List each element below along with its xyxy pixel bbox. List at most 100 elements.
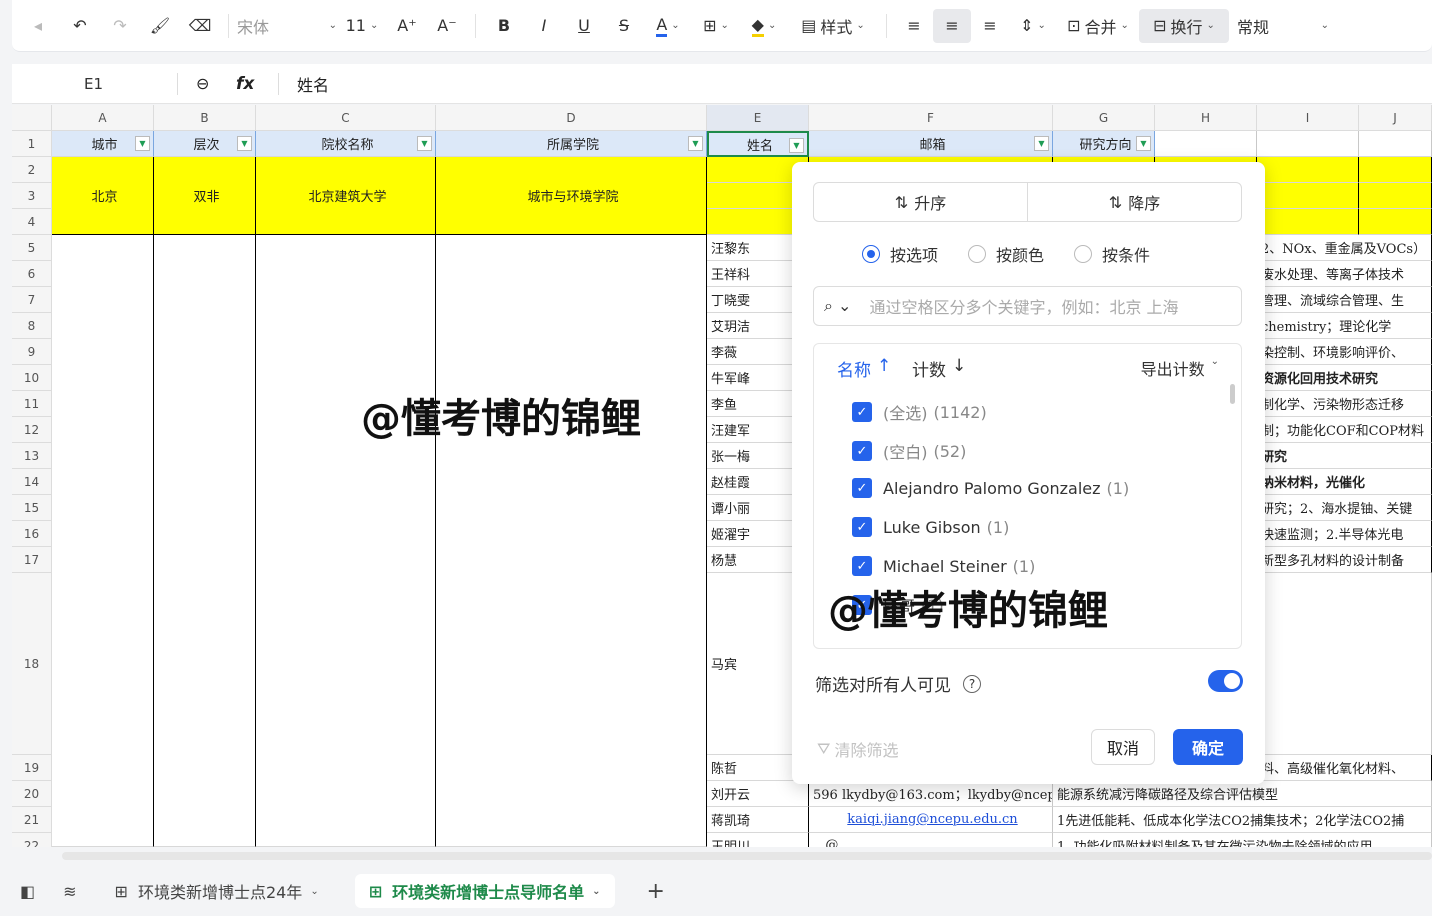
research-cell[interactable]: 研究；2、海水提铀、关键 xyxy=(1257,495,1432,521)
checkbox-checked-icon[interactable]: ✓ xyxy=(852,517,872,537)
back-icon[interactable]: ◂ xyxy=(26,9,50,43)
add-sheet-button[interactable]: + xyxy=(633,874,679,908)
fill-color-icon[interactable]: ◆ ⌄ xyxy=(740,9,788,43)
research-cell[interactable] xyxy=(1257,573,1432,755)
column-header[interactable]: B xyxy=(154,105,256,131)
research-cell[interactable]: 快速监测；2.半导体光电 xyxy=(1257,521,1432,547)
sort-by-count[interactable]: 计数 ↓ xyxy=(912,356,966,381)
name-cell[interactable]: 刘开云 xyxy=(707,781,809,807)
yellow-cell[interactable] xyxy=(1257,209,1359,235)
help-icon[interactable]: ? xyxy=(963,674,981,693)
mode-by-option[interactable]: 按选项 xyxy=(862,242,938,266)
research-cell[interactable]: 制化学、污染物形态迁移 xyxy=(1257,391,1432,417)
header-cell[interactable]: 城市 ▼ xyxy=(52,131,154,157)
layers-icon[interactable]: ≋ xyxy=(49,874,90,908)
wrap-button[interactable]: ⊟ 换行 ⌄ xyxy=(1139,8,1229,43)
underline-icon[interactable]: U xyxy=(564,9,604,43)
sidebar-toggle-icon[interactable]: ◧ xyxy=(6,874,49,908)
number-format-select[interactable]: 常规 ⌄ xyxy=(1229,9,1329,43)
row-header[interactable]: 1 xyxy=(12,131,52,157)
row-header[interactable]: 2 xyxy=(12,157,52,183)
merged-cell[interactable]: 北京建筑大学 xyxy=(256,157,436,235)
strikethrough-icon[interactable]: S xyxy=(604,9,644,43)
row-header[interactable]: 6 xyxy=(12,261,52,287)
sort-by-name[interactable]: 名称 ↑ xyxy=(837,356,891,381)
function-icon[interactable]: fx xyxy=(236,74,278,94)
column-header[interactable]: H xyxy=(1155,105,1257,131)
header-cell[interactable]: 层次 ▼ xyxy=(154,131,256,157)
yellow-cell[interactable] xyxy=(1359,209,1432,235)
search-icon[interactable]: ⌕ ⌄ xyxy=(824,296,851,316)
mode-by-color[interactable]: 按颜色 xyxy=(968,242,1044,266)
merged-blank-cell[interactable] xyxy=(436,235,707,847)
cancel-button[interactable]: 取消 xyxy=(1091,729,1155,765)
research-cell[interactable]: 1. 功能化吸附材料制备及其在微污染物去除领域的应用 xyxy=(1053,833,1432,847)
align-left-icon[interactable]: ≡ xyxy=(895,9,933,43)
empty-cell[interactable] xyxy=(1155,131,1257,157)
filter-dropdown-icon[interactable]: ▼ xyxy=(789,138,804,153)
name-cell[interactable]: 蒋凯琦 xyxy=(707,807,809,833)
row-header[interactable]: 3 xyxy=(12,183,52,209)
column-header[interactable]: J xyxy=(1359,105,1432,131)
mode-by-condition[interactable]: 按条件 xyxy=(1074,242,1150,266)
research-cell[interactable]: 新型多孔材料的设计制备 xyxy=(1257,547,1432,573)
merged-cell[interactable]: 双非 xyxy=(154,157,256,235)
merged-cell[interactable]: 城市与环境学院 xyxy=(436,157,707,235)
yellow-cell[interactable] xyxy=(1359,183,1432,209)
checkbox-checked-icon[interactable]: ✓ xyxy=(852,402,872,422)
header-cell[interactable]: 姓名 ▼ xyxy=(707,131,809,157)
research-cell[interactable]: 研究 xyxy=(1257,443,1432,469)
bold-icon[interactable]: B xyxy=(484,9,524,43)
vertical-align-icon[interactable]: ⇕ ⌄ xyxy=(1009,9,1057,43)
align-center-icon[interactable]: ≡ xyxy=(933,8,971,43)
formula-input[interactable]: 姓名 xyxy=(297,72,329,96)
checkbox-checked-icon[interactable]: ✓ xyxy=(852,556,872,576)
sheet-tab[interactable]: ⊞ 环境类新增博士点24年 ⌄ xyxy=(101,874,333,908)
decrease-font-icon[interactable]: A⁻ xyxy=(427,9,467,43)
row-header[interactable]: 19 xyxy=(12,755,52,781)
yellow-cell[interactable] xyxy=(1359,157,1432,183)
filter-dropdown-icon[interactable]: ▼ xyxy=(688,136,703,151)
filter-list-item[interactable]: ✓ (空白) (52) xyxy=(852,439,966,463)
merged-blank-cell[interactable] xyxy=(154,235,256,847)
column-header[interactable]: D xyxy=(436,105,707,131)
row-header[interactable]: 20 xyxy=(12,781,52,807)
research-cell[interactable]: 1先进低能耗、低成本化学法CO2捕集技术；2化学法CO2捕 xyxy=(1053,807,1432,833)
checkbox-checked-icon[interactable]: ✓ xyxy=(852,478,872,498)
row-header[interactable]: 7 xyxy=(12,287,52,313)
row-header[interactable]: 18 xyxy=(12,573,52,755)
row-header[interactable]: 16 xyxy=(12,521,52,547)
research-cell[interactable]: 废水处理、等离子体技术 xyxy=(1257,261,1432,287)
font-color-icon[interactable]: A ⌄ xyxy=(644,9,692,43)
header-cell[interactable]: 院校名称 ▼ xyxy=(256,131,436,157)
row-header[interactable]: 8 xyxy=(12,313,52,339)
confirm-button[interactable]: 确定 xyxy=(1173,729,1243,765)
visibility-toggle[interactable] xyxy=(1208,670,1243,692)
font-family-select[interactable]: 宋体 ⌄ xyxy=(237,9,337,43)
export-count-button[interactable]: 导出计数 ⌄ xyxy=(1141,356,1219,380)
filter-search-input[interactable]: ⌕ ⌄ 通过空格区分多个关键字，例如：北京 上海 xyxy=(813,286,1242,326)
checkbox-checked-icon[interactable]: ✓ xyxy=(852,441,872,461)
research-cell[interactable]: 能源系统减污降碳路径及综合评估模型 xyxy=(1053,781,1432,807)
sheet-tab-active[interactable]: ⊞ 环境类新增博士点导师名单 ⌄ xyxy=(354,874,615,908)
header-cell[interactable]: 研究方向 ▼ xyxy=(1053,131,1155,157)
undo-icon[interactable]: ↶ xyxy=(60,9,100,43)
cell-reference[interactable]: E1 xyxy=(12,75,177,93)
row-header[interactable]: 10 xyxy=(12,365,52,391)
research-cell[interactable]: 2、NOx、重金属及VOCs） xyxy=(1257,235,1432,261)
style-button[interactable]: ▤ 样式 ⌄ xyxy=(788,9,878,43)
filter-list-item[interactable]: ✓ Alejandro Palomo Gonzalez (1) xyxy=(852,478,1129,498)
column-header[interactable]: G xyxy=(1053,105,1155,131)
research-cell[interactable]: 管理、流域综合管理、生 xyxy=(1257,287,1432,313)
empty-cell[interactable] xyxy=(1359,131,1432,157)
row-header[interactable]: 13 xyxy=(12,443,52,469)
eraser-icon[interactable]: ⌫ xyxy=(180,9,220,43)
merge-button[interactable]: ⊡ 合并 ⌄ xyxy=(1057,9,1139,43)
row-header[interactable]: 4 xyxy=(12,209,52,235)
zoom-search-icon[interactable]: ⊖ xyxy=(196,74,236,93)
merged-blank-cell[interactable] xyxy=(256,235,436,847)
list-scrollbar[interactable] xyxy=(1230,384,1235,404)
column-header[interactable]: I xyxy=(1257,105,1359,131)
filter-dropdown-icon[interactable]: ▼ xyxy=(135,136,150,151)
border-icon[interactable]: ⊞ ⌄ xyxy=(692,9,740,43)
